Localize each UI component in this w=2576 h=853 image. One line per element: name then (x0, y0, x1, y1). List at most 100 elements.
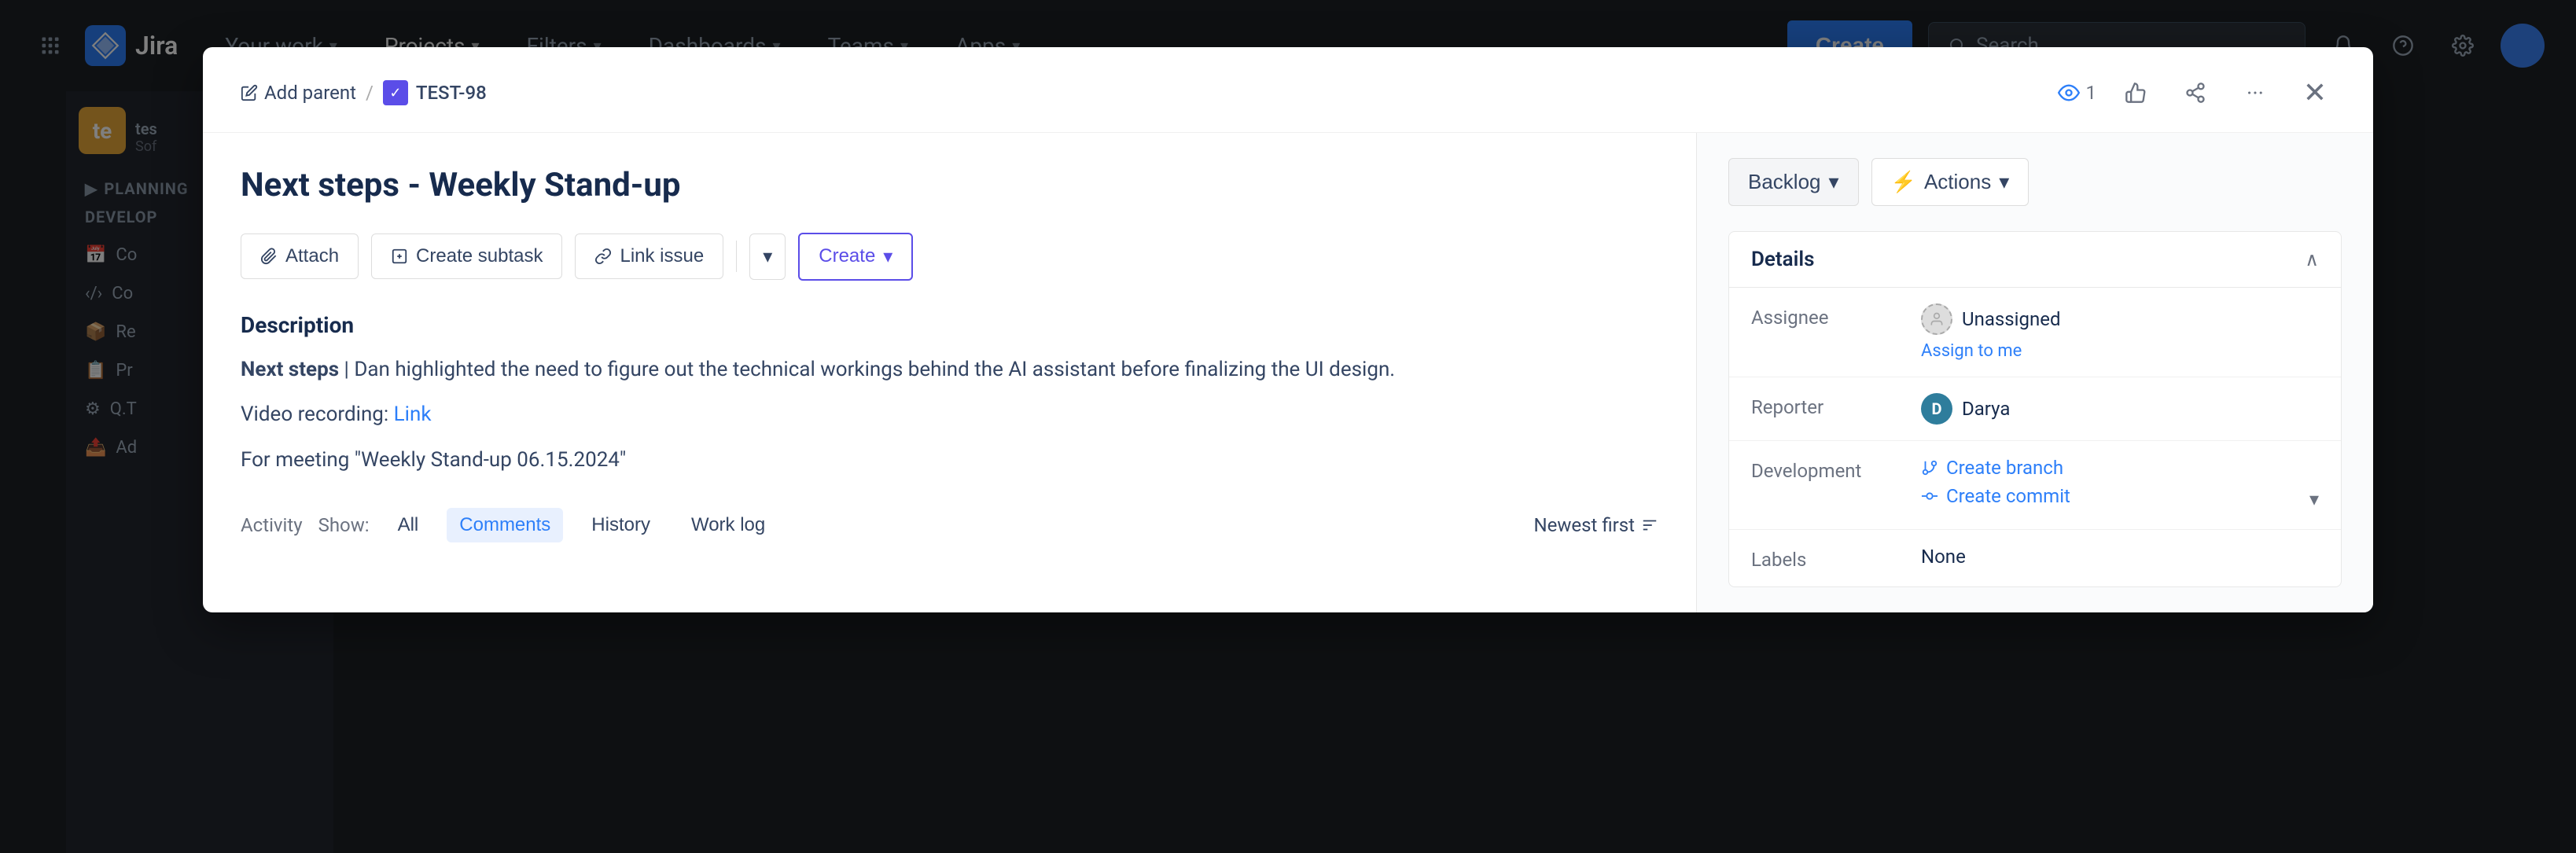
assignee-content: Unassigned (1921, 303, 2319, 335)
issue-type-icon: ✓ (383, 80, 408, 105)
details-collapse-button[interactable]: ∧ (2305, 248, 2319, 270)
create-subtask-button[interactable]: Create subtask (371, 233, 562, 279)
share-icon (2184, 82, 2206, 104)
assignee-name: Unassigned (1962, 308, 2060, 330)
labels-value: None (1921, 546, 2319, 568)
activity-show-text: Show: (318, 514, 370, 536)
reporter-content: D Darya (1921, 393, 2319, 425)
assignee-label: Assignee (1751, 303, 1908, 329)
description-body-text: | Dan highlighted the need to figure out… (344, 358, 1396, 381)
person-icon (1929, 311, 1945, 327)
reporter-value: D Darya (1921, 393, 2319, 425)
thumbs-up-icon (2125, 82, 2147, 104)
modal-overlay: Add parent / ✓ TEST-98 1 (0, 0, 2576, 853)
create-commit-link[interactable]: Create commit (1921, 485, 2070, 507)
labels-row: Labels None (1729, 530, 2341, 586)
development-row: Development Create branch (1729, 441, 2341, 530)
lightning-icon: ⚡ (1891, 170, 1916, 194)
video-link[interactable]: Link (394, 403, 432, 426)
video-label: Video recording: (241, 403, 388, 426)
commit-icon (1921, 487, 1938, 505)
create-dropdown-button[interactable]: Create ▾ (798, 233, 913, 281)
watch-button[interactable]: 1 (2058, 82, 2097, 104)
assignee-avatar (1921, 303, 1952, 335)
details-header: Details ∧ (1729, 232, 2341, 288)
sidebar-action-row: Backlog ▾ ⚡ Actions ▾ (1728, 158, 2342, 206)
activity-filter-comments[interactable]: Comments (447, 508, 563, 542)
toolbar-more-button[interactable]: ▾ (749, 233, 786, 280)
breadcrumb: Add parent / ✓ TEST-98 (241, 80, 487, 105)
activity-header: Activity Show: All Comments History Work… (241, 508, 1658, 542)
reporter-avatar: D (1921, 393, 1952, 425)
create-branch-link[interactable]: Create branch (1921, 457, 2319, 479)
description-video: Video recording: Link (241, 399, 1658, 432)
activity-section: Activity Show: All Comments History Work… (241, 508, 1658, 542)
like-button[interactable] (2115, 72, 2156, 113)
issue-toolbar: Attach Create subtask (241, 233, 1658, 281)
activity-filter-history[interactable]: History (579, 508, 663, 542)
link-issue-label: Link issue (620, 245, 704, 267)
link-issue-button[interactable]: Link issue (575, 233, 723, 279)
close-modal-button[interactable]: ✕ (2294, 72, 2335, 113)
description-meeting: For meeting "Weekly Stand-up 06.15.2024" (241, 444, 1658, 477)
description-section-title: Description (241, 312, 1658, 338)
activity-show-row: Activity Show: All Comments History Work… (241, 508, 778, 542)
issue-title: Next steps - Weekly Stand-up (241, 164, 1658, 208)
add-parent-link[interactable]: Add parent (241, 82, 356, 104)
development-label: Development (1751, 457, 1908, 482)
attach-icon (260, 248, 278, 265)
sort-icon (1641, 517, 1658, 534)
assignee-value: Unassigned Assign to me (1921, 303, 2319, 361)
backlog-label: Backlog (1748, 170, 1821, 194)
watch-icon (2058, 82, 2080, 104)
reporter-row: Reporter D Darya (1729, 377, 2341, 441)
branch-icon (1921, 459, 1938, 476)
link-icon (594, 248, 612, 265)
details-section: Details ∧ Assignee (1728, 231, 2342, 587)
attach-button[interactable]: Attach (241, 233, 359, 279)
breadcrumb-issue-id[interactable]: ✓ TEST-98 (383, 80, 487, 105)
modal-body: Next steps - Weekly Stand-up Attach (203, 133, 2373, 612)
create-dropdown-chevron: ▾ (883, 245, 892, 268)
add-parent-text: Add parent (264, 82, 356, 104)
modal-header: Add parent / ✓ TEST-98 1 (203, 47, 2373, 133)
edit-icon (241, 84, 258, 101)
sort-order-label: Newest first (1534, 514, 1635, 536)
backlog-button[interactable]: Backlog ▾ (1728, 158, 1859, 206)
attach-label: Attach (285, 245, 339, 267)
backlog-chevron: ▾ (1829, 170, 1839, 194)
issue-modal: Add parent / ✓ TEST-98 1 (203, 47, 2373, 612)
description-bold: Next steps (241, 358, 339, 381)
create-commit-row: Create commit ▾ (1921, 485, 2319, 513)
development-expand-button[interactable]: ▾ (2309, 488, 2319, 510)
subtask-icon (391, 248, 408, 265)
labels-none: None (1921, 546, 1966, 568)
modal-main-content: Next steps - Weekly Stand-up Attach (203, 133, 1697, 612)
breadcrumb-separator: / (366, 82, 374, 104)
modal-header-actions: 1 (2058, 72, 2336, 113)
create-dropdown-label: Create (819, 245, 875, 267)
assignee-row: Assignee Unassigned (1729, 288, 2341, 377)
create-commit-label: Create commit (1946, 485, 2070, 507)
details-title: Details (1751, 248, 1815, 271)
description-body: Next steps | Dan highlighted the need to… (241, 354, 1658, 387)
toolbar-divider (736, 241, 737, 272)
reporter-name: Darya (1962, 398, 2010, 420)
watch-count: 1 (2086, 82, 2097, 104)
actions-chevron: ▾ (1999, 170, 2009, 194)
activity-filter-all[interactable]: All (385, 508, 432, 542)
activity-filter-worklog[interactable]: Work log (679, 508, 778, 542)
share-button[interactable] (2175, 72, 2216, 113)
more-dots-icon: ··· (2247, 80, 2264, 106)
modal-right-sidebar: Backlog ▾ ⚡ Actions ▾ Details ∧ (1697, 133, 2373, 612)
assign-to-me-link[interactable]: Assign to me (1921, 341, 2319, 361)
actions-button[interactable]: ⚡ Actions ▾ (1871, 158, 2030, 206)
create-subtask-label: Create subtask (416, 245, 543, 267)
sort-order-button[interactable]: Newest first (1534, 514, 1658, 536)
actions-label: Actions (1924, 170, 1991, 194)
create-branch-label: Create branch (1946, 457, 2063, 479)
activity-show-label: Activity (241, 514, 303, 536)
reporter-label: Reporter (1751, 393, 1908, 418)
development-value: Create branch Create commit (1921, 457, 2319, 513)
more-options-button[interactable]: ··· (2235, 72, 2276, 113)
